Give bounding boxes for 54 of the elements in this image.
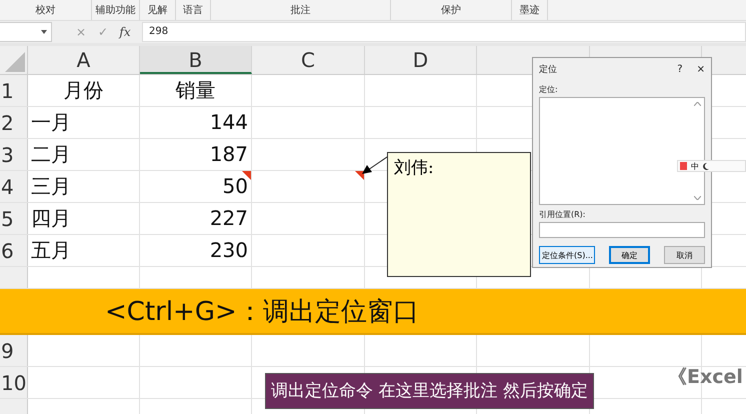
overlay-title: 《Excel xyxy=(668,365,743,390)
table-cell: 销量 xyxy=(140,75,252,106)
banner-text: <Ctrl+G>：调出定位窗口 xyxy=(105,296,419,328)
row-header[interactable]: 3 xyxy=(0,139,28,170)
table-cell: 50 xyxy=(140,171,252,202)
row-header[interactable]: 10 xyxy=(0,367,28,398)
moon-icon[interactable] xyxy=(703,162,709,170)
dialog-button[interactable]: 定位条件(S)... xyxy=(539,246,595,264)
ime-toolbar[interactable]: 中 xyxy=(677,160,746,172)
dropdown-caret-icon[interactable] xyxy=(41,30,47,34)
formula-input[interactable]: 298 xyxy=(142,22,746,42)
table-cell: 月份 xyxy=(28,75,140,106)
row-header[interactable]: 2 xyxy=(0,107,28,138)
row-header[interactable]: 1 xyxy=(0,75,28,106)
table-cell: 227 xyxy=(140,203,252,234)
row-header[interactable]: 9 xyxy=(0,335,28,366)
row-header[interactable] xyxy=(0,267,28,288)
ribbon-group-label: 墨迹 xyxy=(520,4,540,17)
subtitle: 调出定位命令 在这里选择批注 然后按确定 xyxy=(265,373,594,409)
ime-mode[interactable]: 中 xyxy=(691,160,699,172)
table-cell: 四月 xyxy=(28,203,140,234)
table-cell: 144 xyxy=(140,107,252,138)
row-header[interactable]: 5 xyxy=(0,203,28,234)
table-cell: 三月 xyxy=(28,171,140,202)
ribbon-group-label: 辅助功能 xyxy=(96,4,136,17)
table-cell: 187 xyxy=(140,139,252,170)
dialog-button[interactable]: 取消 xyxy=(664,246,705,264)
dialog-title: 定位 xyxy=(539,64,557,76)
column-header[interactable]: B xyxy=(140,46,252,74)
list-label: 定位: xyxy=(539,84,559,95)
table-cell: 二月 xyxy=(28,139,140,170)
ribbon-group-label: 保护 xyxy=(441,4,461,17)
ribbon-group-label: 语言 xyxy=(183,4,203,17)
scroll-down-icon[interactable] xyxy=(694,196,701,200)
ribbon-group-label: 批注 xyxy=(290,4,310,17)
close-button[interactable]: × xyxy=(696,64,705,74)
ime-logo-icon xyxy=(680,162,687,170)
comment-author: 刘伟: xyxy=(394,158,434,178)
row-header[interactable]: 6 xyxy=(0,235,28,266)
column-header[interactable]: D xyxy=(365,46,477,74)
reference-field[interactable] xyxy=(539,222,705,238)
column-header[interactable]: C xyxy=(252,46,365,74)
dialog-button[interactable]: 确定 xyxy=(609,246,650,264)
row-header[interactable]: 4 xyxy=(0,171,28,202)
comment-box[interactable]: 刘伟: xyxy=(387,152,531,277)
reference-label: 引用位置(R): xyxy=(539,209,586,220)
table-cell: 一月 xyxy=(28,107,140,138)
table-cell: 230 xyxy=(140,235,252,266)
table-cell: 五月 xyxy=(28,235,140,266)
ribbon-group-label: 见解 xyxy=(148,4,168,17)
insert-function-button[interactable]: fx xyxy=(114,25,136,39)
help-button[interactable]: ? xyxy=(677,64,683,74)
ribbon-group-label: 校对 xyxy=(36,4,56,17)
scroll-up-icon[interactable] xyxy=(694,102,701,106)
